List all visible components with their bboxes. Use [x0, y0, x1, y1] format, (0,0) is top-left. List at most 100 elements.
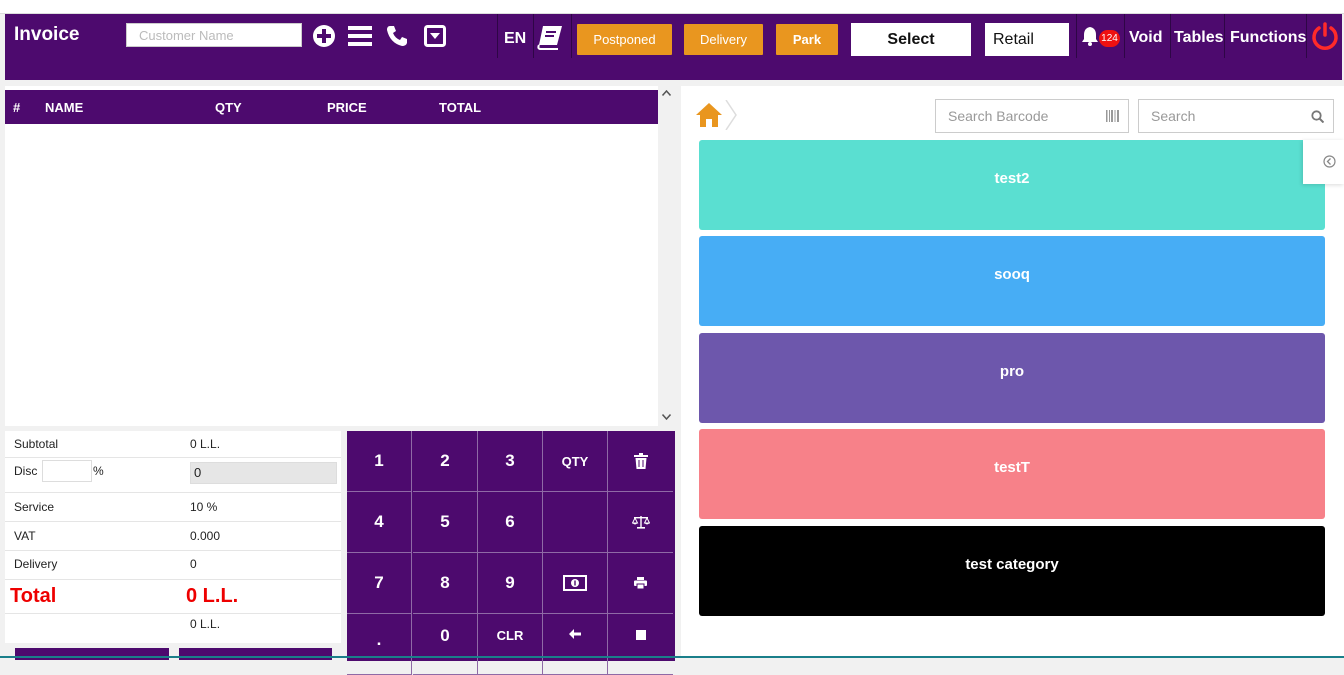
column-header: TOTAL [439, 100, 482, 115]
key-1[interactable]: 1 [347, 431, 412, 492]
key-6[interactable]: 6 [478, 492, 543, 553]
dropdown-box-icon[interactable] [421, 22, 449, 50]
discount-label: Disc [14, 464, 38, 478]
product-search-input[interactable]: Search [1138, 99, 1334, 133]
bottom-action-button[interactable] [15, 648, 169, 660]
clear-key[interactable]: CLR [478, 614, 543, 675]
keypad: 1 2 3 QTY 4 5 6 7 8 9 . 0 CLR [347, 431, 675, 675]
vat-row: VAT 0.000 [5, 522, 341, 551]
key-3[interactable]: 3 [478, 431, 543, 492]
subtotal-row: Subtotal 0 L.L. [5, 431, 341, 458]
table-header: # NAME QTY PRICE TOTAL [5, 90, 658, 124]
top-bar: Invoice EN Postponed Delivery Park Selec… [5, 14, 1342, 80]
home-icon[interactable] [695, 102, 723, 128]
void-button[interactable]: Void [1129, 29, 1162, 47]
delivery-value: 0 [190, 557, 197, 571]
scroll-down-icon[interactable] [662, 414, 671, 420]
dot-glyph: . [376, 630, 382, 649]
printer-icon [634, 577, 647, 589]
discount-percent-input[interactable] [42, 460, 92, 482]
separator [533, 14, 534, 58]
category-tile-pro[interactable]: pro [699, 333, 1325, 423]
service-row: Service 10 % [5, 493, 341, 522]
backspace-key[interactable] [543, 614, 608, 675]
subtotal-label: Subtotal [14, 437, 59, 451]
order-table: # NAME QTY PRICE TOTAL [5, 86, 674, 426]
language-toggle[interactable]: EN [504, 30, 526, 48]
delete-key[interactable] [608, 431, 673, 492]
separator [1306, 14, 1307, 58]
total-row: Total 0 L.L. [5, 580, 341, 614]
decimal-key[interactable]: . [347, 614, 412, 675]
extra-total-value: 0 L.L. [190, 617, 221, 631]
tables-button[interactable]: Tables [1174, 29, 1224, 47]
discount-value-field[interactable]: 0 [190, 462, 337, 484]
add-customer-icon[interactable] [310, 22, 338, 50]
blank-key[interactable] [543, 492, 608, 553]
key-9[interactable]: 9 [478, 553, 543, 614]
order-summary: Subtotal 0 L.L. Disc % 0 Service 10 % VA… [5, 431, 341, 643]
barcode-search-input[interactable]: Search Barcode [935, 99, 1129, 133]
separator [1076, 14, 1077, 58]
products-panel: Search Barcode Search test2 sooq pro tes… [681, 86, 1344, 658]
customer-name-input[interactable] [126, 23, 302, 47]
bottom-action-button[interactable] [179, 648, 332, 660]
trash-icon [633, 453, 648, 469]
column-header: # [13, 100, 21, 115]
print-key[interactable] [608, 553, 673, 614]
park-button[interactable]: Park [776, 24, 838, 55]
select-dropdown[interactable]: Select [851, 23, 971, 56]
scroll-up-icon[interactable] [662, 90, 671, 96]
column-header: NAME [45, 100, 84, 115]
qty-key[interactable]: QTY [543, 431, 608, 492]
delivery-button[interactable]: Delivery [684, 24, 763, 55]
service-label: Service [14, 500, 55, 514]
search-icon[interactable] [1311, 110, 1324, 123]
separator [1170, 14, 1171, 58]
separator [1124, 14, 1125, 58]
category-tile-test-category[interactable]: test category [699, 526, 1325, 616]
key-2[interactable]: 2 [413, 431, 478, 492]
scale-icon [631, 516, 650, 529]
barcode-icon [1106, 110, 1119, 122]
phone-icon[interactable] [383, 22, 411, 50]
book-icon[interactable] [536, 23, 564, 51]
postponed-button[interactable]: Postponed [577, 24, 672, 55]
key-8[interactable]: 8 [413, 553, 478, 614]
browser-top-strip [0, 0, 1344, 14]
bell-icon[interactable] [1079, 25, 1101, 47]
delivery-row: Delivery 0 [5, 551, 341, 580]
category-tile-test2[interactable]: test2 [699, 140, 1325, 230]
scale-key[interactable] [608, 492, 673, 553]
page-title: Invoice [14, 24, 80, 45]
arrow-left-icon [569, 629, 581, 639]
square-icon [635, 630, 646, 640]
breadcrumb-arrow-icon [725, 100, 737, 130]
notification-badge: 124 [1099, 30, 1120, 47]
functions-button[interactable]: Functions [1230, 29, 1306, 47]
enter-key[interactable] [608, 614, 673, 675]
menu-icon[interactable] [346, 22, 374, 50]
side-panel-toggle[interactable] [1303, 140, 1344, 184]
separator [571, 14, 572, 58]
power-icon[interactable] [1311, 22, 1339, 50]
total-value: 0 L.L. [186, 585, 239, 607]
discount-row: Disc % 0 [5, 458, 341, 493]
extra-total-row: 0 L.L. [5, 614, 341, 643]
vat-value: 0.000 [190, 529, 221, 543]
key-4[interactable]: 4 [347, 492, 412, 553]
delivery-label: Delivery [14, 557, 58, 571]
key-0[interactable]: 0 [413, 614, 478, 675]
cash-icon [563, 575, 587, 591]
key-5[interactable]: 5 [413, 492, 478, 553]
mode-dropdown[interactable]: Retail [985, 23, 1069, 56]
key-7[interactable]: 7 [347, 553, 412, 614]
category-tile-testt[interactable]: testT [699, 429, 1325, 519]
table-scrollbar[interactable] [658, 86, 674, 426]
category-tile-sooq[interactable]: sooq [699, 236, 1325, 326]
barcode-search-placeholder: Search Barcode [948, 108, 1049, 124]
cash-key[interactable] [543, 553, 608, 614]
column-header: QTY [215, 100, 242, 115]
collapse-icon [1323, 155, 1336, 168]
separator [1224, 14, 1225, 58]
